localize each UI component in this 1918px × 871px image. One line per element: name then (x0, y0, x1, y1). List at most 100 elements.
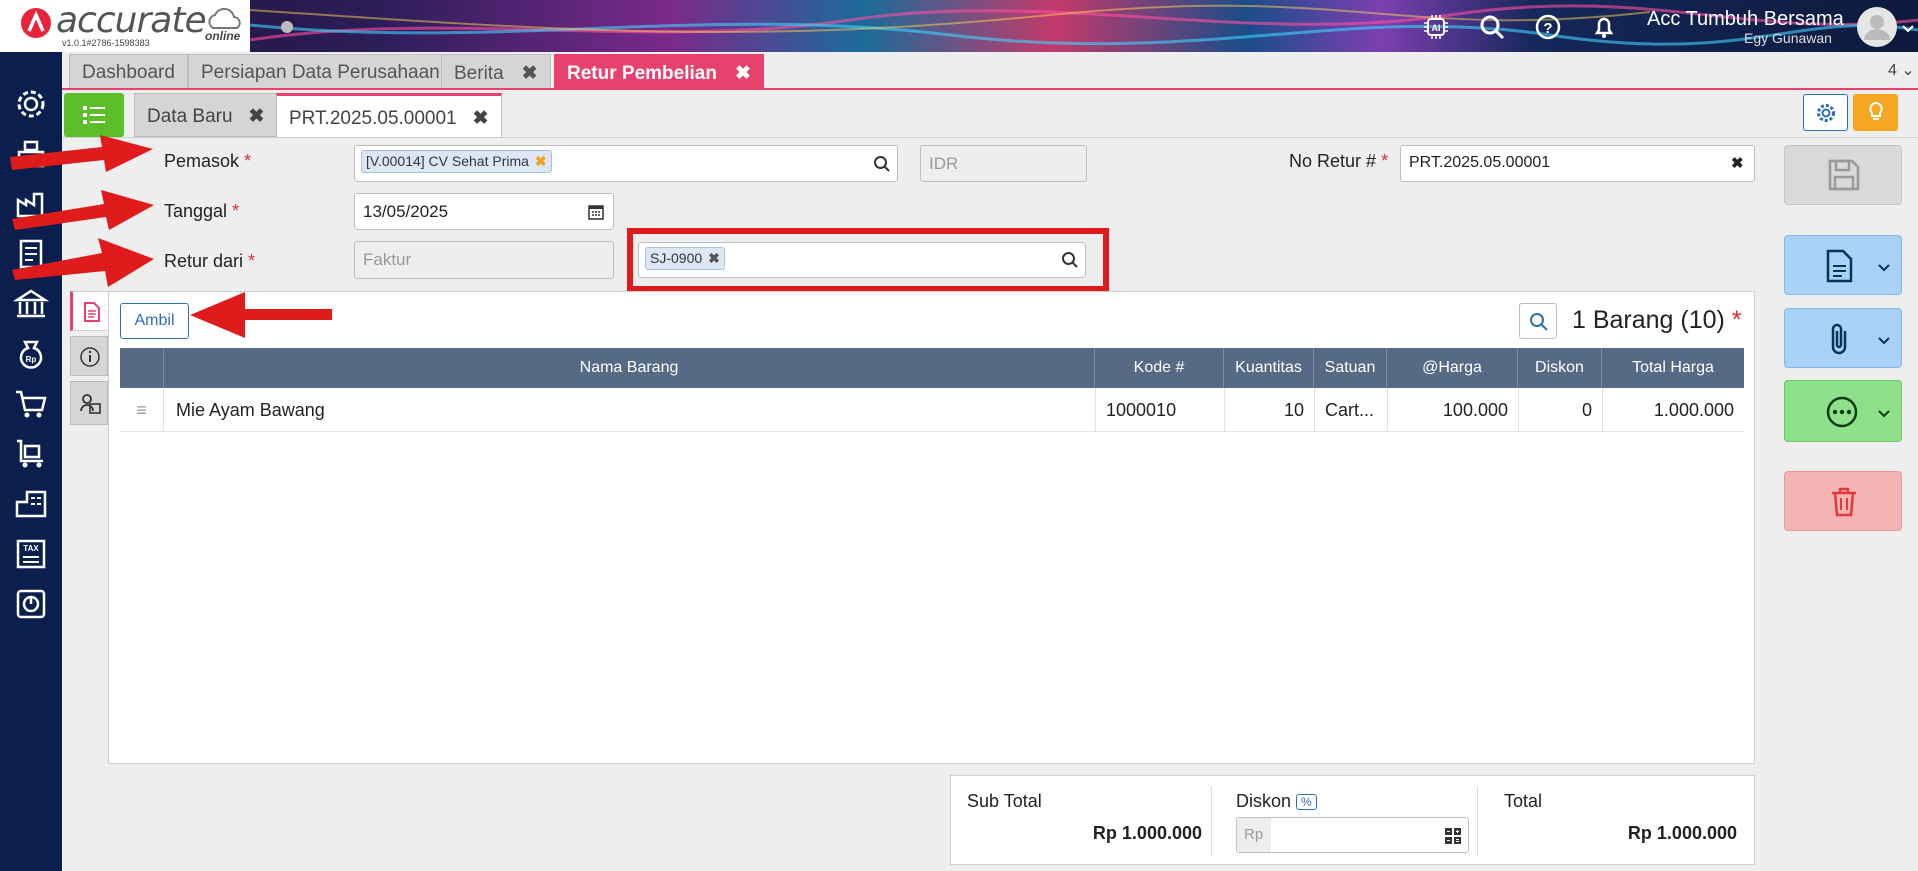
chevron-down-icon[interactable] (1902, 24, 1914, 34)
currency-field: IDR (920, 145, 1087, 182)
calculator-icon[interactable] (1444, 827, 1462, 845)
tanggal-label: Tanggal * (164, 201, 240, 221)
close-icon[interactable]: ✖ (735, 63, 751, 84)
summary-panel: Sub Total Rp 1.000.000 Diskon % Rp Total… (950, 775, 1755, 865)
tax-icon[interactable]: TAX (13, 536, 49, 572)
column-kode[interactable]: Kode # (1095, 348, 1224, 388)
clear-icon[interactable]: ✖ (1731, 154, 1744, 172)
document-icon (84, 302, 100, 322)
close-icon[interactable]: ✖ (249, 106, 265, 127)
search-icon (1530, 313, 1548, 331)
remove-chip-icon[interactable]: ✖ (708, 250, 720, 266)
annotation-arrow (12, 190, 154, 230)
subtab-underline (62, 137, 1918, 138)
items-panel: Ambil 1 Barang (10) * Nama Barang Kode #… (108, 291, 1755, 764)
column-nama-barang[interactable]: Nama Barang (164, 348, 1095, 388)
side-tab-detail[interactable] (70, 291, 108, 331)
settings-gear-icon[interactable] (13, 86, 49, 122)
retur-dari-label: Retur dari * (164, 251, 256, 271)
svg-text:?: ? (1543, 20, 1552, 37)
search-icon[interactable] (1478, 13, 1506, 41)
side-tab-cost[interactable] (70, 381, 108, 425)
percent-toggle[interactable]: % (1296, 794, 1317, 811)
retur-dari-ref-field[interactable]: SJ-0900 ✖ (638, 242, 1086, 278)
diskon-input[interactable]: Rp (1236, 817, 1469, 853)
save-icon (1828, 159, 1860, 191)
lightbulb-icon (1869, 101, 1883, 120)
more-options-button[interactable] (1784, 380, 1902, 442)
tips-button[interactable] (1853, 94, 1898, 131)
help-icon[interactable]: ? (1534, 13, 1562, 41)
cell-satuan: Cart... (1314, 388, 1387, 432)
column-total-harga[interactable]: Total Harga (1602, 348, 1744, 388)
logo-text: accurate (56, 0, 207, 41)
purchase-cart-icon[interactable] (13, 436, 49, 472)
paperclip-icon (1831, 323, 1847, 355)
close-icon[interactable]: ✖ (522, 63, 538, 84)
retur-dari-type-field[interactable]: Faktur (354, 241, 614, 279)
column-kuantitas[interactable]: Kuantitas (1224, 348, 1314, 388)
subtab-prt[interactable]: PRT.2025.05.00001 ✖ (276, 93, 502, 138)
column-diskon[interactable]: Diskon (1518, 348, 1602, 388)
ambil-button[interactable]: Ambil (120, 303, 189, 339)
annotation-arrow (190, 292, 332, 338)
tanggal-field[interactable]: 13/05/2025 (354, 193, 614, 230)
cell-diskon: 0 (1518, 388, 1602, 432)
cell-qty: 10 (1224, 388, 1314, 432)
search-icon[interactable] (1061, 251, 1079, 269)
side-tab-info[interactable] (70, 336, 108, 376)
subtotal-value: Rp 1.000.000 (1092, 823, 1202, 843)
tab-berita[interactable]: Berita ✖ (441, 54, 551, 88)
tab-underline (62, 88, 1918, 90)
payment-icon (80, 394, 101, 414)
total-value: Rp 1.000.000 (1627, 823, 1737, 843)
divider (1477, 786, 1478, 856)
gear-icon (1817, 104, 1835, 122)
tab-retur-pembelian[interactable]: Retur Pembelian ✖ (554, 54, 764, 88)
diskon-label: Diskon % (1236, 791, 1317, 812)
pemasok-label: Pemasok * (164, 151, 252, 171)
search-icon[interactable] (873, 155, 891, 173)
save-button[interactable] (1784, 145, 1902, 205)
logo[interactable]: accurate online v1.0.1#2786-1598383 (0, 0, 293, 52)
column-satuan[interactable]: Satuan (1314, 348, 1387, 388)
print-document-button[interactable] (1784, 235, 1902, 295)
report-chart-icon[interactable] (13, 586, 49, 622)
tab-persiapan-data[interactable]: Persiapan Data Perusahaan (188, 54, 453, 88)
no-retur-field[interactable]: PRT.2025.05.00001 ✖ (1400, 145, 1755, 182)
calendar-icon[interactable] (587, 203, 605, 221)
bell-icon[interactable] (1590, 13, 1618, 41)
company-name[interactable]: Acc Tumbuh Bersama (1647, 8, 1844, 31)
table-header: Nama Barang Kode # Kuantitas Satuan @Har… (120, 348, 1744, 388)
avatar-icon[interactable] (1856, 6, 1898, 48)
subtotal-label: Sub Total (967, 791, 1042, 811)
tab-label: Persiapan Data Perusahaan (201, 62, 440, 83)
ai-chip-icon[interactable]: AI (1422, 13, 1450, 41)
user-name[interactable]: Egy Gunawan (1744, 30, 1832, 46)
drag-handle-icon[interactable]: ≡ (120, 388, 164, 432)
close-icon[interactable]: ✖ (473, 108, 489, 129)
pemasok-field[interactable]: [V.00014] CV Sehat Prima ✖ (354, 145, 898, 182)
info-icon (80, 347, 100, 367)
table-row[interactable]: ≡ Mie Ayam Bawang 1000010 10 Cart... 100… (120, 388, 1744, 432)
attachment-button[interactable] (1784, 308, 1902, 368)
accurate-logo-icon (21, 8, 51, 38)
list-icon (83, 106, 105, 124)
warehouse-icon[interactable] (13, 486, 49, 522)
column-drag (120, 348, 164, 388)
tab-dashboard[interactable]: Dashboard (69, 54, 188, 88)
bank-icon[interactable] (13, 286, 49, 322)
more-dots-icon (1826, 396, 1858, 428)
delete-button[interactable] (1784, 471, 1902, 531)
remove-chip-icon[interactable]: ✖ (535, 153, 547, 169)
money-bag-icon[interactable]: Rp (13, 336, 49, 372)
divider (1211, 786, 1212, 856)
item-search-button[interactable] (1519, 303, 1557, 339)
cell-harga: 100.000 (1387, 388, 1518, 432)
column-harga[interactable]: @Harga (1387, 348, 1518, 388)
settings-button[interactable] (1803, 94, 1848, 131)
shopping-cart-icon[interactable] (13, 386, 49, 422)
subtab-data-baru[interactable]: Data Baru ✖ (134, 93, 278, 137)
tab-count[interactable]: 4 ⌄ (1888, 60, 1915, 80)
document-icon (1826, 249, 1853, 283)
